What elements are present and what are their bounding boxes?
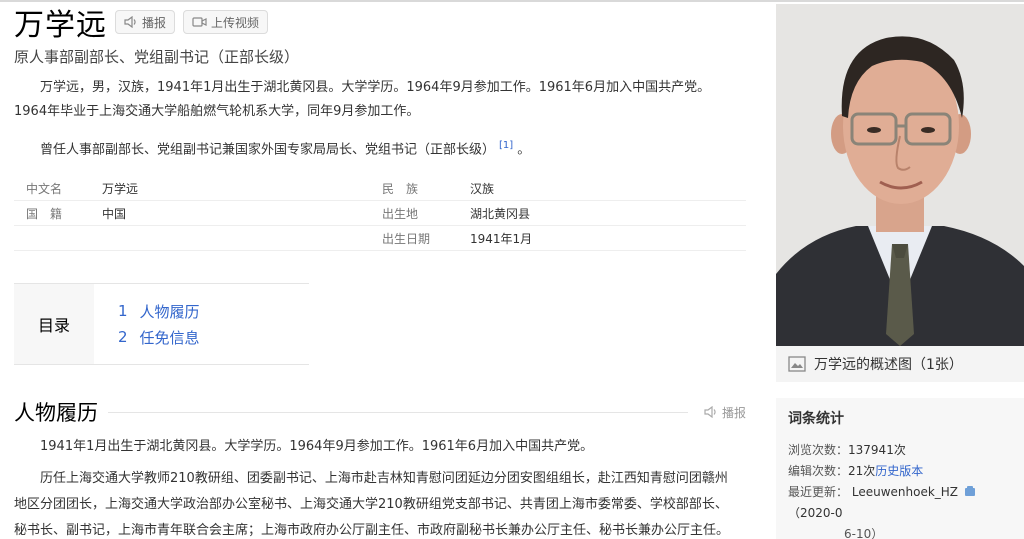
toc-item-label: 任免信息 bbox=[139, 328, 200, 347]
stat-updated-label: 最近更新： bbox=[788, 485, 849, 499]
stat-updated-date: （2020-0 bbox=[788, 506, 843, 520]
video-camera-icon bbox=[192, 17, 207, 27]
toc-label: 目录 bbox=[14, 284, 94, 364]
section-heading-row: 人物履历 播报 bbox=[14, 397, 746, 427]
infobox-key: 出生地 bbox=[382, 206, 419, 221]
infobox-value: 中国 bbox=[102, 206, 127, 221]
infobox-key: 国 籍 bbox=[26, 206, 63, 221]
stat-views: 浏览次数：137941次 bbox=[788, 440, 1012, 461]
user-badge-icon bbox=[964, 486, 975, 496]
toc-item-biography[interactable]: 1 人物履历 bbox=[118, 298, 309, 324]
stat-updated: 最近更新： Leeuwenhoek_HZ （2020-0 bbox=[788, 482, 1012, 524]
section-play-label: 播报 bbox=[721, 405, 746, 420]
section-play-button[interactable]: 播报 bbox=[704, 404, 746, 421]
picture-icon bbox=[788, 356, 806, 372]
upload-video-label: 上传视频 bbox=[211, 15, 260, 30]
summary-paragraph-2-text: 曾任人事部副部长、党组副书记兼国家外国专家局局长、党组书记（正部长级） bbox=[40, 142, 496, 158]
stat-edits: 编辑次数：21次历史版本 bbox=[788, 461, 1012, 482]
biography-paragraph-1: 1941年1月出生于湖北黄冈县。大学学历。1964年9月参加工作。1961年6月… bbox=[40, 439, 594, 454]
infobox-key: 出生日期 bbox=[382, 231, 431, 246]
summary-paragraph-2-end: 。 bbox=[517, 142, 531, 158]
infobox-row: 中文名 万学远 民 族 汉族 bbox=[14, 176, 746, 201]
infobox-value: 万学远 bbox=[102, 181, 139, 196]
history-version-link[interactable]: 历史版本 bbox=[875, 464, 923, 478]
infobox: 中文名 万学远 民 族 汉族 国 籍 中国 出生地 湖北黄冈县 出生日期 194… bbox=[14, 176, 746, 251]
section-divider bbox=[108, 411, 688, 413]
toc-item-number: 1 bbox=[118, 302, 128, 320]
toc-item-label: 人物履历 bbox=[139, 302, 200, 321]
play-audio-button[interactable]: 播报 bbox=[115, 10, 176, 34]
speaker-icon bbox=[124, 16, 136, 28]
infobox-row: 出生日期 1941年1月 bbox=[14, 226, 746, 251]
infobox-row: 国 籍 中国 出生地 湖北黄冈县 bbox=[14, 201, 746, 226]
portrait-image bbox=[776, 4, 1024, 346]
speaker-icon bbox=[704, 406, 716, 418]
toc-item-appointments[interactable]: 2 任免信息 bbox=[118, 324, 309, 350]
title-row: 万学远 播报 上传视频 bbox=[14, 4, 269, 43]
photo-caption: 万学远的概述图（1张） bbox=[814, 357, 963, 373]
main-content: 万学远 播报 上传视频 原人事部副部长、党组副书记（正部长级） 万学远，男，汉族… bbox=[0, 0, 770, 539]
summary-paragraph-1: 万学远，男，汉族，1941年1月出生于湖北黄冈县。大学学历。1964年9月参加工… bbox=[14, 80, 711, 119]
stat-updated-date-wrap: 6-10） bbox=[844, 527, 884, 539]
reference-link[interactable]: [1] bbox=[499, 140, 513, 151]
toc-item-number: 2 bbox=[118, 328, 128, 346]
stat-views-value: 137941次 bbox=[848, 443, 906, 457]
entry-stats: 词条统计 浏览次数：137941次 编辑次数：21次历史版本 最近更新： Lee… bbox=[776, 398, 1024, 539]
infobox-value: 汉族 bbox=[470, 181, 495, 196]
infobox-value: 1941年1月 bbox=[470, 231, 533, 246]
page-title: 万学远 bbox=[14, 8, 107, 43]
stat-views-label: 浏览次数： bbox=[788, 443, 849, 457]
stat-updated-user[interactable]: Leeuwenhoek_HZ bbox=[852, 485, 958, 499]
infobox-key: 民 族 bbox=[382, 181, 419, 196]
play-audio-label: 播报 bbox=[142, 15, 167, 30]
upload-video-button[interactable]: 上传视频 bbox=[183, 10, 269, 34]
section-heading: 人物履历 bbox=[14, 401, 98, 425]
photo-caption-link[interactable]: 万学远的概述图（1张） bbox=[776, 346, 1024, 382]
sidebar: 万学远的概述图（1张） 词条统计 浏览次数：137941次 编辑次数：21次历史… bbox=[776, 0, 1024, 539]
infobox-key: 中文名 bbox=[26, 181, 63, 196]
page-subtitle: 原人事部副部长、党组副书记（正部长级） bbox=[14, 48, 300, 66]
stat-edits-value: 21次 bbox=[848, 464, 876, 478]
table-of-contents: 目录 1 人物履历 2 任免信息 bbox=[14, 283, 309, 365]
infobox-value: 湖北黄冈县 bbox=[470, 206, 531, 221]
stats-title: 词条统计 bbox=[788, 411, 844, 427]
toc-list: 1 人物履历 2 任免信息 bbox=[94, 284, 309, 364]
stat-edits-label: 编辑次数： bbox=[788, 464, 849, 478]
highlighted-text: 上海市政府办公厅副主任、市政府副秘书长兼办公厅主任、秘书长兼办公厅主任。 bbox=[261, 523, 730, 539]
portrait-photo[interactable] bbox=[776, 4, 1024, 346]
biography-paragraph-2: 历任上海交通大学教师210教研组、团委副书记、上海市赴吉林知青慰问团延边分团安图… bbox=[14, 466, 740, 539]
summary-paragraph-2: 曾任人事部副部长、党组副书记兼国家外国专家局局长、党组书记（正部长级） [1] 。 bbox=[14, 134, 740, 162]
